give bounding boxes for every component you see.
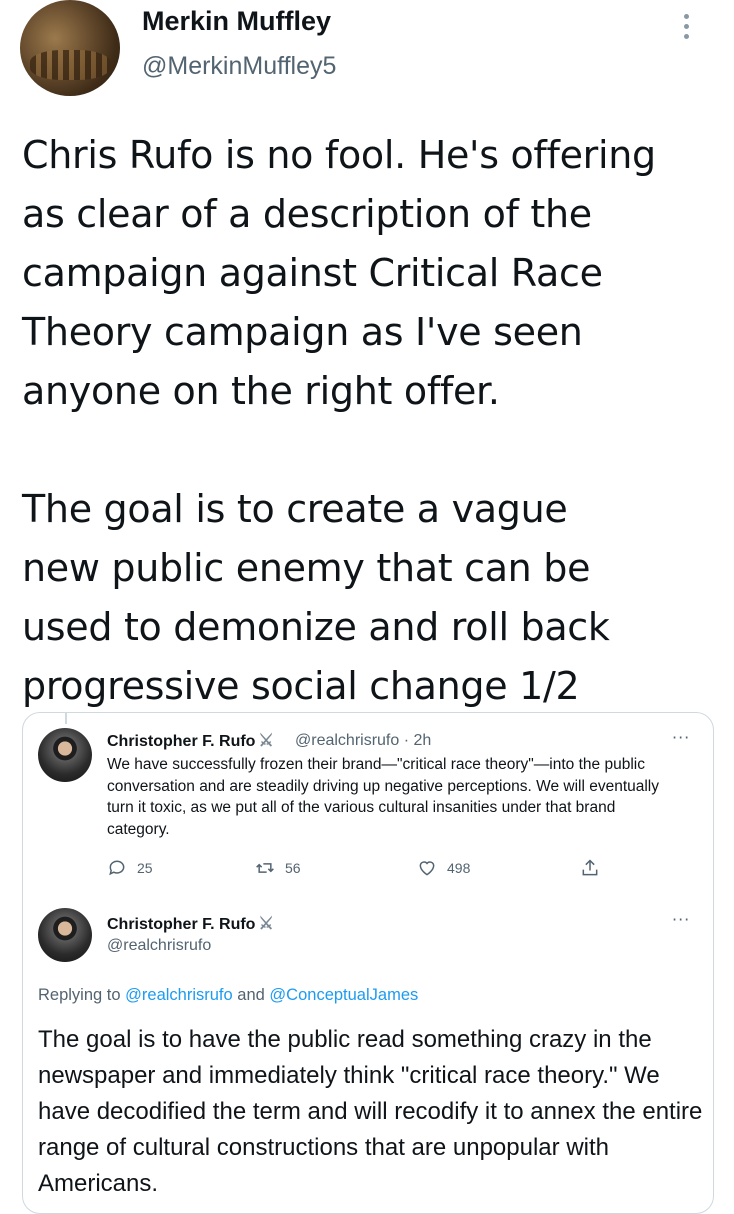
more-horizontal-icon[interactable]: ···	[672, 728, 690, 747]
author-avatar[interactable]	[20, 0, 120, 96]
quoted-author-name[interactable]: Christopher F. Rufo ⚔	[107, 731, 274, 751]
crossed-swords-icon: ⚔	[258, 731, 274, 750]
reply-tweet-text: The goal is to have the public read some…	[38, 1026, 703, 1197]
retweet-button[interactable]: 56	[255, 858, 301, 878]
quoted-handle-time[interactable]: @realchrisrufo · 2h	[295, 732, 431, 750]
replying-user-link[interactable]: @realchrisrufo	[125, 986, 233, 1004]
share-icon	[582, 859, 598, 876]
quoted-author-avatar[interactable]	[38, 728, 92, 782]
crossed-swords-icon: ⚔	[258, 914, 274, 933]
more-vertical-icon[interactable]	[684, 14, 689, 39]
reply-count: 25	[137, 860, 153, 876]
retweet-icon	[256, 863, 274, 873]
reply-author-handle[interactable]: @realchrisrufo	[107, 937, 211, 955]
tweet-text: Chris Rufo is no fool. He's offering as …	[22, 133, 656, 708]
reply-author-avatar[interactable]	[38, 908, 92, 962]
author-handle[interactable]: @MerkinMuffley5	[142, 52, 336, 81]
replying-and-text: and	[237, 986, 265, 1004]
replying-to-line: Replying to @realchrisrufo and @Conceptu…	[38, 986, 418, 1005]
reply-button[interactable]: 25	[107, 858, 153, 878]
reply-icon	[109, 860, 125, 876]
replying-user-link[interactable]: @ConceptualJames	[269, 986, 418, 1004]
replying-to-label: Replying to	[38, 986, 121, 1004]
quoted-tweet-actions: 25 56 498	[107, 858, 667, 882]
reply-author-name[interactable]: Christopher F. Rufo ⚔	[107, 914, 274, 934]
more-horizontal-icon[interactable]: ···	[672, 910, 690, 929]
quoted-tweet-text: We have successfully frozen their brand—…	[107, 756, 659, 838]
thread-connector-line	[65, 712, 67, 724]
share-button[interactable]	[580, 858, 600, 878]
like-icon	[419, 861, 435, 876]
like-count: 498	[447, 860, 471, 876]
like-button[interactable]: 498	[417, 858, 470, 878]
retweet-count: 56	[285, 860, 301, 876]
author-display-name[interactable]: Merkin Muffley	[142, 6, 331, 37]
